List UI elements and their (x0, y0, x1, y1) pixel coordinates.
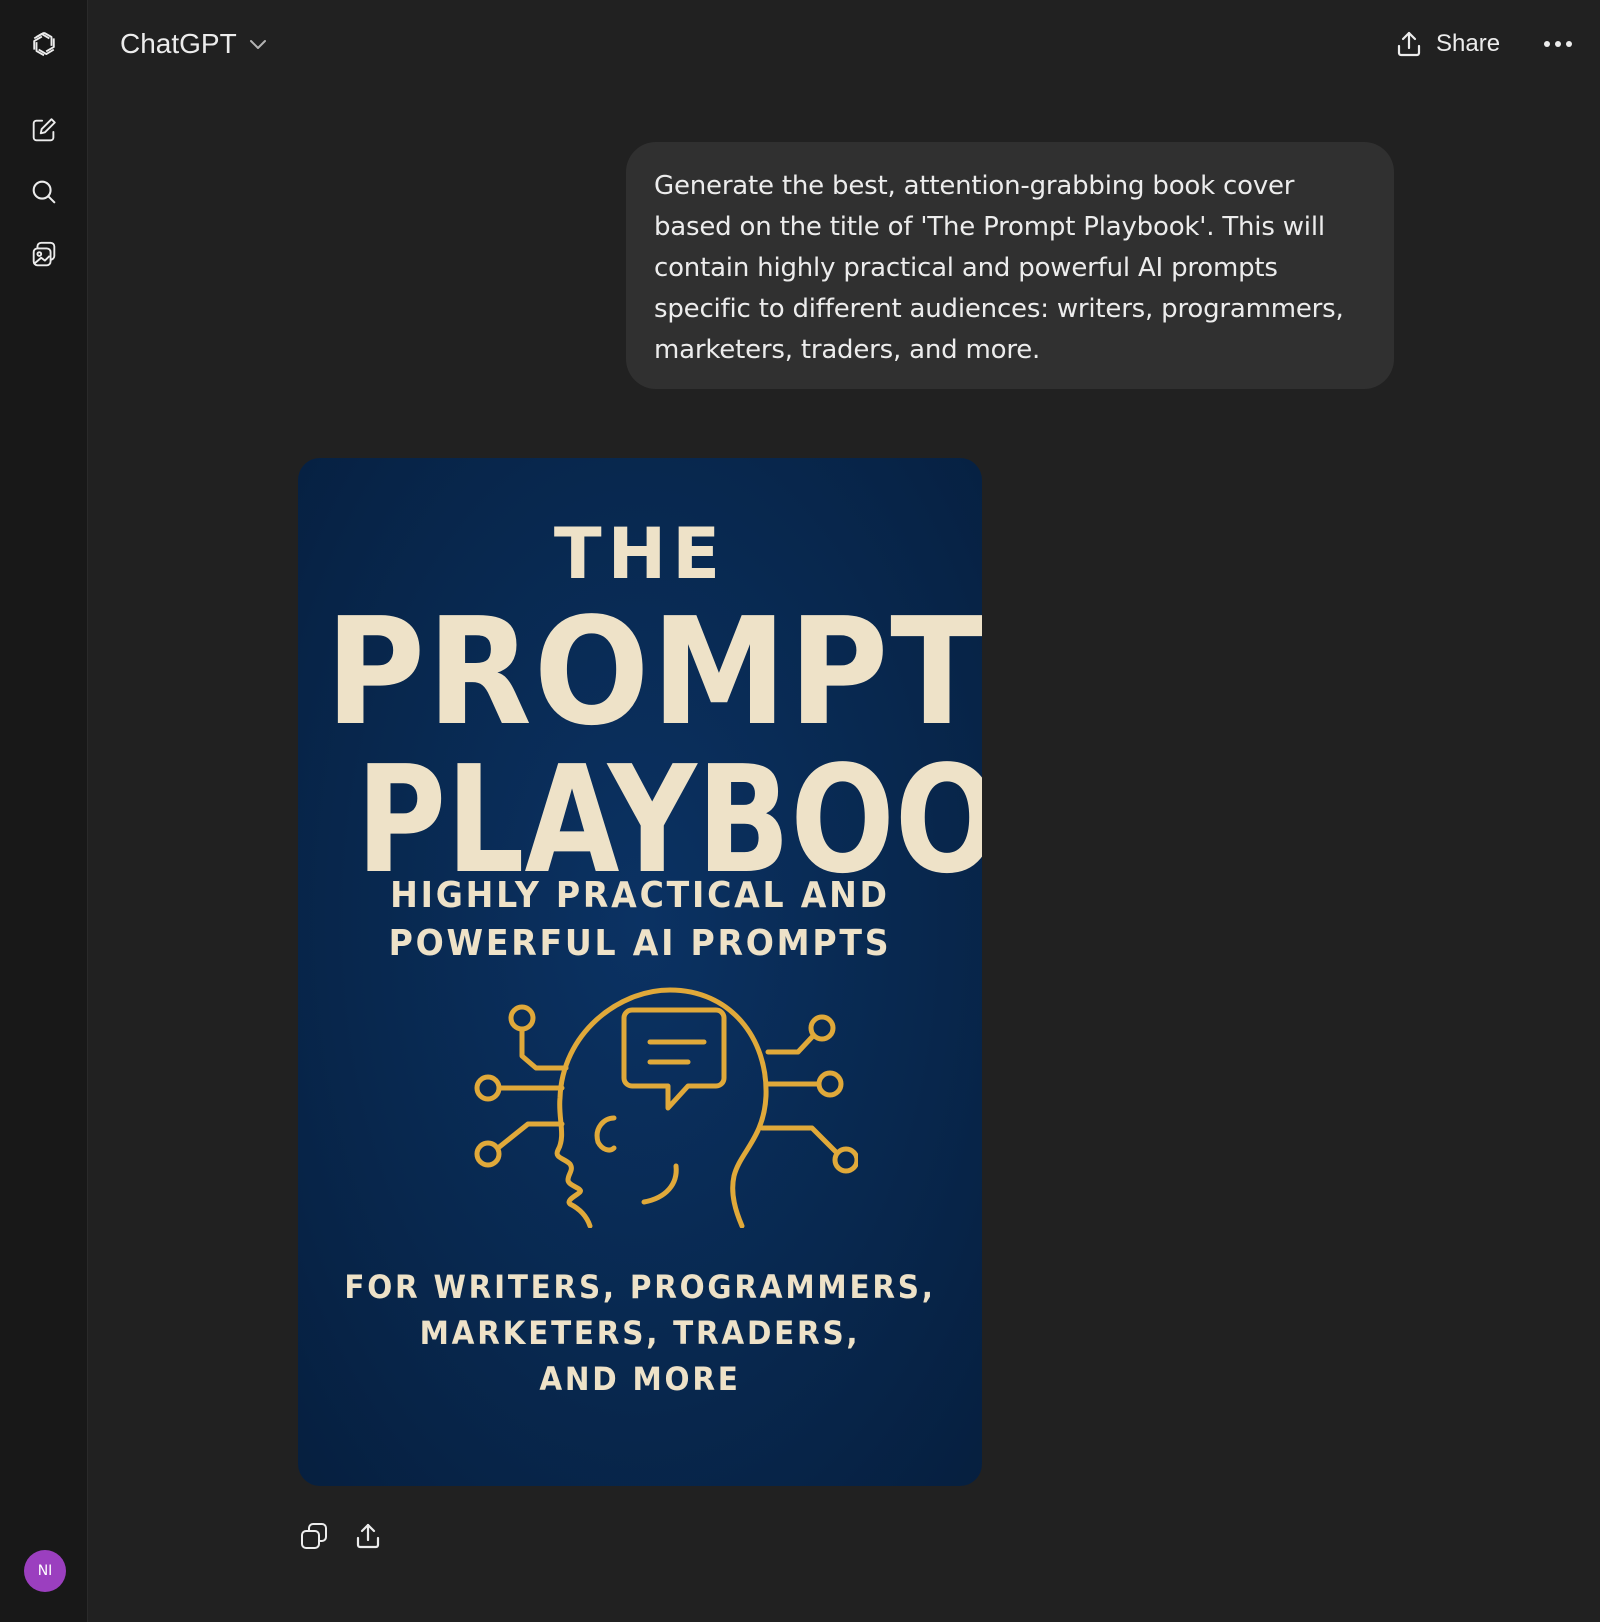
cover-audience: FOR WRITERS, PROGRAMMERS, MARKETERS, TRA… (325, 1264, 954, 1402)
cover-audience-line-3: AND MORE (539, 1360, 741, 1398)
ellipsis-icon (1544, 41, 1572, 47)
ai-head-illustration-icon (474, 987, 858, 1228)
cover-subtitle: HIGHLY PRACTICAL AND POWERFUL AI PROMPTS (325, 872, 954, 968)
share-icon (1397, 31, 1421, 57)
generated-image[interactable]: THE PROMPT PLAYBOOK HIGHLY PRACTICAL AND… (298, 458, 982, 1486)
model-selector[interactable]: ChatGPT (120, 22, 269, 66)
cover-subtitle-line-2: POWERFUL AI PROMPTS (388, 923, 892, 964)
model-name: ChatGPT (120, 28, 237, 59)
cover-title-the: THE (553, 513, 727, 595)
sidebar: NI (0, 0, 88, 1622)
avatar[interactable]: NI (24, 1550, 66, 1592)
openai-logo-icon (33, 31, 55, 57)
share-image-button[interactable] (346, 1514, 390, 1558)
images-icon (32, 241, 56, 267)
copy-icon (301, 1523, 327, 1549)
user-message-text: Generate the best, attention-grabbing bo… (654, 171, 1344, 365)
avatar-initials: NI (37, 1563, 53, 1579)
new-chat-button[interactable] (22, 108, 66, 152)
share-button[interactable]: Share (1394, 22, 1500, 66)
share-icon (356, 1523, 380, 1549)
user-message-bubble: Generate the best, attention-grabbing bo… (626, 142, 1394, 389)
more-options-button[interactable] (1538, 24, 1578, 64)
cover-subtitle-line-1: HIGHLY PRACTICAL AND (390, 875, 890, 916)
edit-icon (32, 118, 56, 142)
chevron-down-icon (249, 40, 266, 49)
share-label: Share (1436, 30, 1501, 57)
cover-audience-line-1: FOR WRITERS, PROGRAMMERS, (344, 1268, 936, 1306)
copy-image-button[interactable] (292, 1514, 336, 1558)
search-button[interactable] (22, 170, 66, 214)
library-button[interactable] (22, 232, 66, 276)
cover-audience-line-2: MARKETERS, TRADERS, (419, 1314, 861, 1352)
search-icon (32, 180, 56, 204)
openai-logo[interactable] (22, 22, 66, 66)
cover-title-prompt: PROMPT (325, 586, 982, 758)
